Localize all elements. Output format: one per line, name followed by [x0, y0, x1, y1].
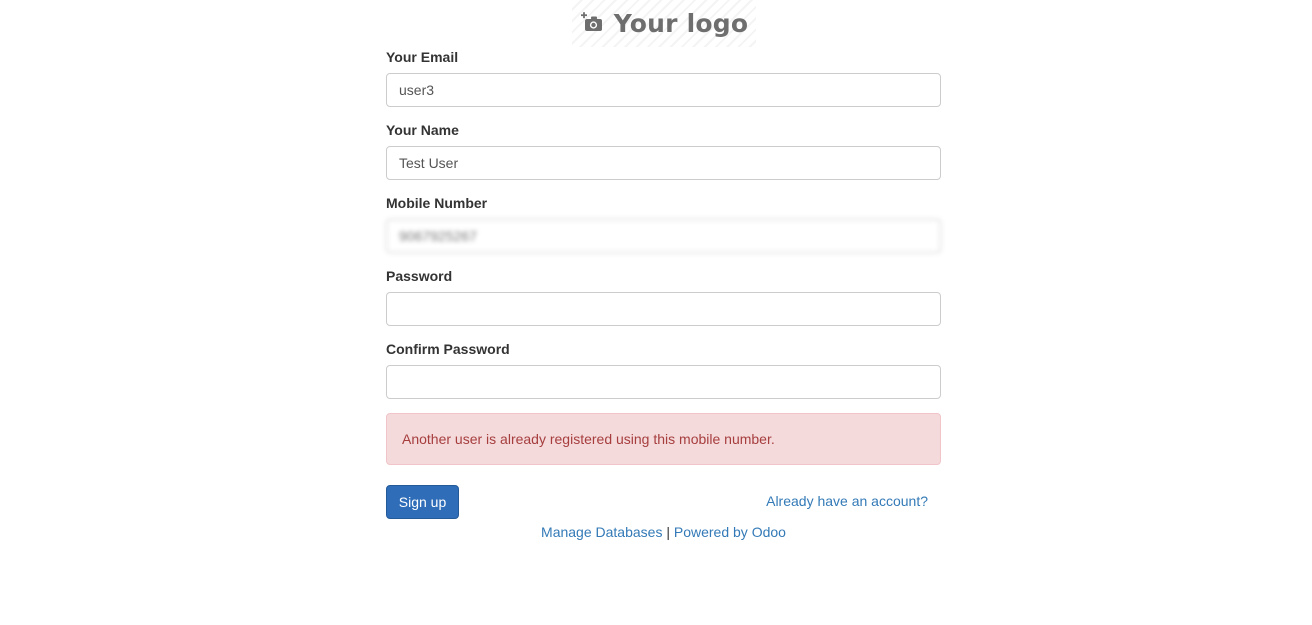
- confirm-password-label: Confirm Password: [386, 341, 510, 357]
- already-have-account-link[interactable]: Already have an account?: [766, 493, 928, 509]
- email-field-group: Your Email: [386, 48, 941, 107]
- form-actions: Sign up Already have an account?: [386, 485, 941, 519]
- email-label: Your Email: [386, 49, 459, 65]
- email-input[interactable]: [386, 73, 941, 107]
- confirm-password-input[interactable]: [386, 365, 941, 399]
- logo-text: Your logo: [613, 9, 749, 38]
- sign-up-button[interactable]: Sign up: [386, 485, 459, 519]
- manage-databases-link[interactable]: Manage Databases: [541, 524, 662, 540]
- camera-plus-icon: [580, 11, 604, 35]
- mobile-input[interactable]: [386, 219, 941, 253]
- confirm-password-field-group: Confirm Password: [386, 340, 941, 399]
- name-field-group: Your Name: [386, 121, 941, 180]
- footer: Manage Databases | Powered by Odoo: [386, 524, 941, 540]
- error-alert: Another user is already registered using…: [386, 413, 941, 465]
- logo[interactable]: Your logo: [572, 0, 756, 47]
- name-label: Your Name: [386, 122, 459, 138]
- powered-by-odoo-link[interactable]: Powered by Odoo: [674, 524, 786, 540]
- password-input[interactable]: [386, 292, 941, 326]
- signup-form: Your Email Your Name Mobile Number Passw…: [386, 48, 941, 519]
- password-label: Password: [386, 268, 453, 284]
- name-input[interactable]: [386, 146, 941, 180]
- mobile-label: Mobile Number: [386, 195, 488, 211]
- mobile-field-group: Mobile Number: [386, 194, 941, 253]
- password-field-group: Password: [386, 267, 941, 326]
- footer-separator: |: [666, 524, 670, 540]
